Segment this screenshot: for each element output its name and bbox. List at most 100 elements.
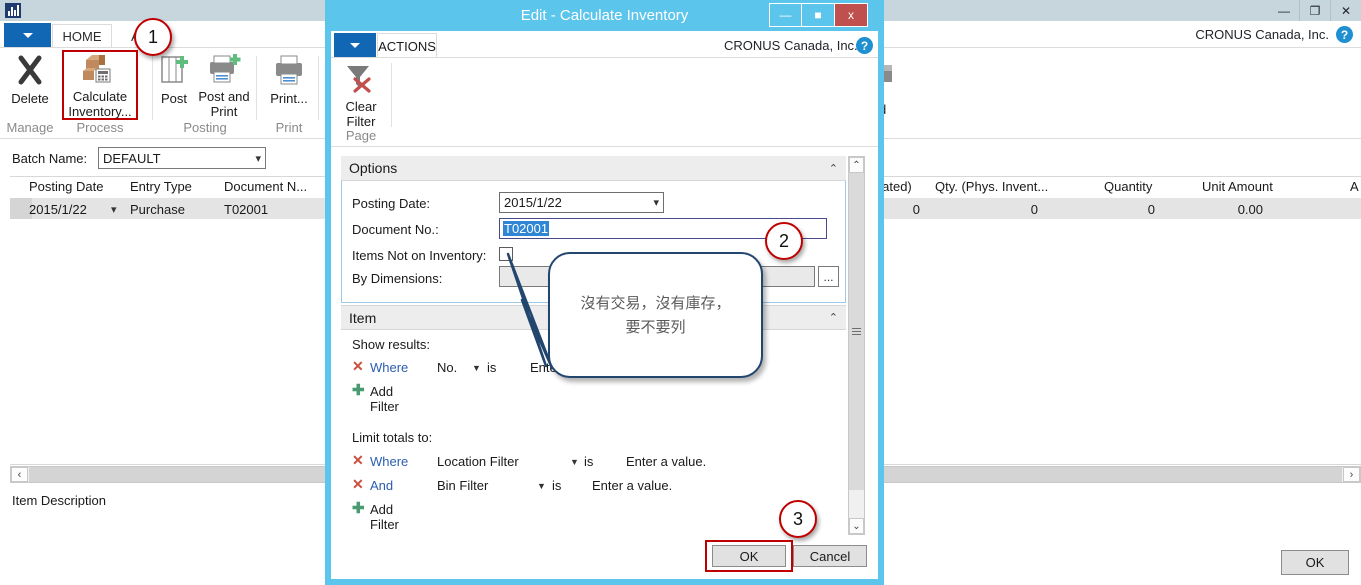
chevron-down-icon[interactable]: ▾ (653, 196, 659, 209)
column-header-entry-type[interactable]: Entry Type (130, 179, 192, 194)
column-header-amount[interactable]: A (1350, 179, 1359, 194)
add-filter-label: Add Filter (370, 384, 399, 414)
cell-posting-date[interactable]: 2015/1/22 (29, 202, 87, 217)
vertical-scrollbar-thumb[interactable] (849, 173, 864, 490)
remove-filter-icon[interactable]: ✕ (352, 452, 364, 469)
ribbon-calculate-inventory-button[interactable]: Calculate Inventory... (66, 52, 134, 119)
batch-name-select[interactable]: DEFAULT ▾ (98, 147, 266, 169)
help-icon[interactable]: ? (1336, 26, 1353, 43)
calculate-inventory-icon (83, 55, 111, 83)
dialog-ribbon-group-page: Page (345, 128, 377, 143)
close-icon[interactable]: ✕ (1330, 0, 1361, 21)
limit-totals-filter-row: ✕ And Bin Filter ▼ is Enter a value. (352, 476, 752, 496)
dialog-maximize-icon[interactable]: ■ (802, 3, 835, 27)
dialog-close-icon[interactable]: x (835, 3, 868, 27)
column-header-qty-phys-invent[interactable]: Qty. (Phys. Invent... (935, 179, 1048, 194)
posting-date-input[interactable]: 2015/1/22 ▾ (499, 192, 664, 213)
remove-filter-icon[interactable]: ✕ (352, 476, 364, 493)
dialog-ok-button[interactable]: OK (712, 545, 786, 567)
options-title: Options (349, 160, 398, 176)
posting-date-label: Posting Date: (352, 196, 431, 211)
chevron-down-icon[interactable]: ▼ (537, 481, 546, 491)
cell-document-no[interactable]: T02001 (224, 202, 268, 217)
chevron-down-icon[interactable]: ▼ (570, 457, 579, 467)
ribbon-post-and-print-label-2: Print (210, 104, 238, 119)
annotation-badge-3: 3 (779, 500, 817, 538)
ribbon-print-button[interactable]: Print... (262, 52, 316, 106)
dialog-file-menu-button[interactable] (334, 33, 376, 57)
clear-filter-label-2: Filter (346, 114, 376, 129)
dialog-ribbon (331, 58, 878, 147)
filter-keyword[interactable]: Where (370, 360, 408, 375)
by-dimensions-ellipsis-button[interactable]: ... (818, 266, 839, 287)
item-description-label: Item Description (12, 493, 106, 508)
cell-quantity[interactable]: 0 (1143, 202, 1155, 217)
filter-field[interactable]: Bin Filter (437, 478, 488, 493)
ribbon-calculate-inventory-label-2: Inventory... (68, 104, 132, 119)
ribbon-post-and-print-label-1: Post and (198, 89, 250, 104)
ribbon-post-button[interactable]: Post (152, 52, 196, 106)
filter-field[interactable]: No. (437, 360, 457, 375)
column-header-posting-date[interactable]: Posting Date (29, 179, 103, 194)
cell-entry-type[interactable]: Purchase (130, 202, 185, 217)
ribbon-post-and-print-button[interactable]: Post and Print (196, 52, 252, 119)
remove-filter-icon[interactable]: ✕ (352, 358, 364, 375)
filter-operator: is (552, 478, 562, 493)
filter-keyword[interactable]: And (370, 478, 393, 493)
dialog-vertical-scrollbar[interactable]: ⌃ ⌄ (848, 156, 865, 535)
clear-filter-icon (347, 66, 371, 93)
dialog-ribbon-divider (391, 63, 392, 127)
scroll-left-icon[interactable]: ‹ (11, 467, 28, 482)
ribbon-delete-button[interactable]: Delete (8, 52, 52, 106)
column-header-quantity[interactable]: Quantity (1104, 179, 1152, 194)
tab-home[interactable]: HOME (52, 24, 112, 48)
clear-filter-button[interactable]: Clear Filter (338, 62, 384, 129)
filter-keyword[interactable]: Where (370, 454, 408, 469)
ribbon-group-posting: Posting (183, 120, 227, 135)
ribbon-divider (256, 56, 257, 120)
ribbon-calculate-inventory-label-1: Calculate (72, 89, 128, 104)
scroll-up-icon[interactable]: ⌃ (849, 157, 864, 173)
annotation-badge-1: 1 (134, 18, 172, 56)
scroll-right-icon[interactable]: › (1343, 467, 1360, 482)
chevron-down-icon[interactable]: ▼ (472, 363, 481, 373)
file-menu-button[interactable] (4, 23, 51, 47)
dialog-company-label: CRONUS Canada, Inc. (724, 38, 858, 53)
dialog-help-icon[interactable]: ? (856, 37, 873, 54)
filter-value[interactable]: Enter a value. (592, 478, 672, 493)
ribbon-print-label: Print... (270, 91, 308, 106)
cell-unit-amount[interactable]: 0.00 (1233, 202, 1263, 217)
dialog-cancel-button[interactable]: Cancel (793, 545, 867, 567)
limit-totals-filter-row: ✕ Where Location Filter ▼ is Enter a val… (352, 452, 752, 472)
delete-x-icon (18, 55, 42, 85)
filter-value[interactable]: Enter a value. (626, 454, 706, 469)
by-dimensions-label: By Dimensions: (352, 271, 443, 286)
chevron-up-icon[interactable]: ⌃ (829, 311, 838, 324)
dialog-minimize-icon[interactable]: — (769, 3, 802, 27)
chevron-down-icon (22, 32, 33, 38)
options-header[interactable]: Options ⌃ (341, 156, 846, 181)
minimize-icon[interactable]: — (1269, 0, 1299, 21)
cell-qty-phys-invent[interactable]: 0 (1026, 202, 1038, 217)
filter-operator: is (584, 454, 594, 469)
chevron-up-icon[interactable]: ⌃ (829, 162, 838, 175)
ribbon-post-label: Post (160, 91, 187, 106)
callout-text: 沒有交易，沒有庫存， 要不要列 (580, 294, 731, 336)
chevron-down-icon: ▾ (255, 152, 261, 165)
scroll-down-icon[interactable]: ⌄ (849, 518, 864, 534)
ribbon-group-manage: Manage (6, 120, 54, 135)
restore-icon[interactable]: ❐ (1299, 0, 1330, 21)
chevron-down-icon (350, 42, 360, 48)
column-header-unit-amount[interactable]: Unit Amount (1202, 179, 1273, 194)
main-ok-button[interactable]: OK (1281, 550, 1349, 575)
dialog-window-controls[interactable]: — ■ x (769, 3, 868, 27)
filter-field[interactable]: Location Filter (437, 454, 519, 469)
ribbon-group-print: Print (275, 120, 303, 135)
chevron-down-icon[interactable]: ▾ (111, 203, 117, 216)
column-header-document-no[interactable]: Document N... (224, 179, 307, 194)
ribbon-divider (152, 56, 153, 120)
cell-qty-calculated[interactable]: 0 (908, 202, 920, 217)
main-window-controls[interactable]: — ❐ ✕ (1269, 0, 1361, 21)
limit-totals-label: Limit totals to: (352, 430, 433, 445)
dialog-tab-actions[interactable]: ACTIONS (377, 33, 437, 58)
